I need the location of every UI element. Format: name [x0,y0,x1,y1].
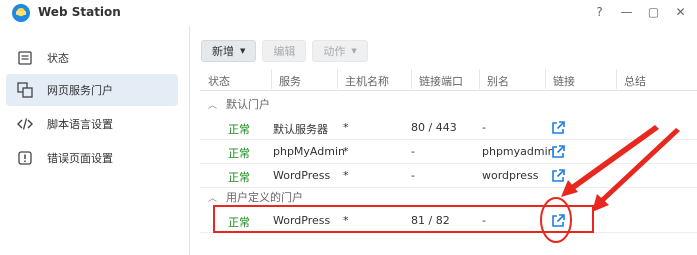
column-header-host[interactable]: 主机名称 [345,73,389,89]
port-value: 81 / 82 [411,214,450,227]
table-row[interactable]: 正常 WordPress * 81 / 82 - [200,209,697,233]
list-icon [16,49,34,67]
status-text: 正常 [228,216,250,229]
column-divider [411,69,412,89]
edit-button[interactable]: 编辑 [262,40,307,62]
window-controls: ? — ▢ ✕ [591,3,689,20]
table-header: 状态 服务 主机名称 链接端口 别名 链接 总结 [200,67,697,91]
window-title: Web Station [38,5,121,19]
column-divider [616,69,617,89]
group-default-portal[interactable]: ︿ 默认门户 [200,93,697,115]
host-name: * [343,145,349,158]
code-icon [16,115,34,133]
column-header-summary[interactable]: 总结 [624,73,646,89]
port-value: 80 / 443 [411,121,457,134]
host-name: * [343,169,349,182]
sidebar-item-script-language[interactable]: 脚本语言设置 [6,108,178,140]
add-button[interactable]: 新增 ▼ [201,40,257,62]
port-value: - [411,145,415,158]
external-link-icon[interactable] [551,145,565,159]
status-text: 正常 [228,171,250,184]
action-button-label: 动作 [323,45,346,58]
title-bar: Web Station ? — ▢ ✕ [0,0,697,26]
chevron-up-icon: ︿ [208,193,218,204]
chevron-up-icon: ︿ [208,100,218,111]
sidebar-item-web-portal[interactable]: 网页服务门户 [6,74,178,106]
column-divider [271,69,272,89]
error-icon [16,149,34,167]
external-link-icon[interactable] [551,214,565,228]
alias-value: - [482,214,486,227]
status-text: 正常 [228,147,250,160]
sidebar-item-status[interactable]: 状态 [6,42,178,74]
status-text: 正常 [228,123,250,136]
external-link-icon[interactable] [551,121,565,135]
sidebar-item-label: 脚本语言设置 [47,118,113,131]
edit-button-label: 编辑 [273,45,296,58]
table-row[interactable]: 正常 WordPress * - wordpress [200,164,697,188]
group-user-defined-portal[interactable]: ︿ 用户定义的门户 [200,186,697,208]
action-button[interactable]: 动作 ▼ [312,40,368,62]
alias-value: wordpress [482,169,539,182]
column-divider [479,69,480,89]
sidebar-item-label: 网页服务门户 [47,84,113,97]
port-value: - [411,169,415,182]
alias-value: - [482,121,486,134]
column-header-port[interactable]: 链接端口 [419,73,463,89]
service-name: 默认服务器 [273,123,328,136]
sidebar-item-label: 错误页面设置 [47,152,113,165]
sidebar-item-label: 状态 [47,52,69,65]
close-icon[interactable]: ✕ [672,3,689,20]
column-divider [337,69,338,89]
toolbar: 新增 ▼ 编辑 动作 ▼ [201,40,368,62]
column-header-service[interactable]: 服务 [279,73,301,89]
column-divider [545,69,546,89]
sidebar-item-error-page[interactable]: 错误页面设置 [6,142,178,174]
group-label: 默认门户 [226,98,270,111]
host-name: * [343,214,349,227]
service-name: phpMyAdmin [273,145,345,158]
group-label: 用户定义的门户 [226,191,303,204]
service-name: WordPress [273,169,331,182]
chevron-down-icon: ▼ [240,47,246,55]
external-link-icon[interactable] [551,169,565,183]
help-icon[interactable]: ? [591,3,608,20]
service-name: WordPress [273,214,331,227]
column-header-alias[interactable]: 别名 [487,73,509,89]
portal-icon [16,81,34,99]
chevron-down-icon: ▼ [351,47,357,55]
host-name: * [343,121,349,134]
web-station-icon [12,4,30,22]
maximize-icon[interactable]: ▢ [645,3,662,20]
sidebar: 状态 网页服务门户 脚本语言设置 错误页面设置 [0,38,188,255]
alias-value: phpmyadmin [482,145,555,158]
sidebar-divider [189,26,190,255]
minimize-icon[interactable]: — [618,3,635,20]
column-header-link[interactable]: 链接 [553,73,575,89]
add-button-label: 新增 [212,45,234,58]
column-header-status[interactable]: 状态 [208,73,230,89]
table-row[interactable]: 正常 默认服务器 * 80 / 443 - [200,116,697,140]
table-row[interactable]: 正常 phpMyAdmin * - phpmyadmin [200,140,697,164]
